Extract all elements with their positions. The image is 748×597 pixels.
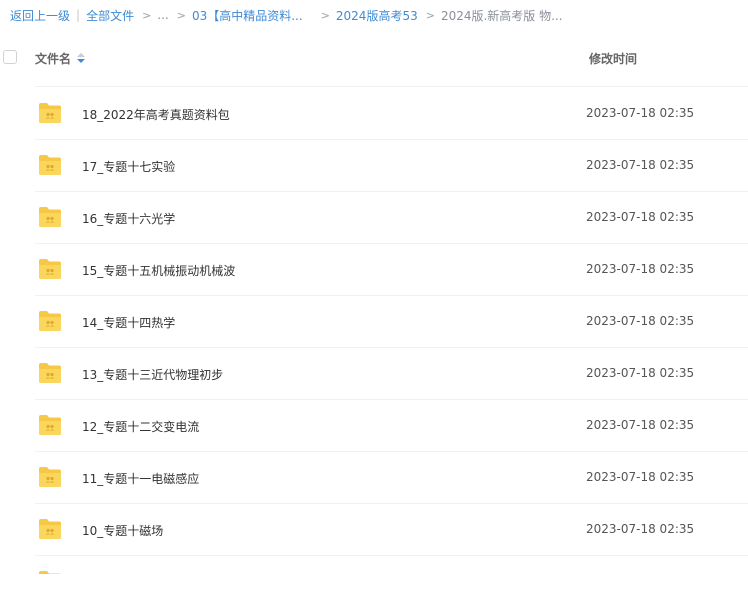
folder-row[interactable]: 10_专题十磁场 2023-07-18 02:35 [35,504,748,556]
modified-time: 2023-07-18 02:35 [586,158,695,172]
modified-time: 2023-07-18 02:35 [586,522,695,536]
folder-name[interactable]: 13_专题十三近代物理初步 [82,366,223,383]
folder-icon [38,570,62,574]
folder-name[interactable]: 15_专题十五机械振动机械波 [82,262,235,279]
folder-icon [38,362,62,384]
folder-name[interactable]: 17_专题十七实验 [82,158,175,175]
header-divider [35,86,748,87]
folder-icon [38,518,62,540]
folder-row[interactable]: 15_专题十五机械振动机械波 2023-07-18 02:35 [35,244,748,296]
modified-time: 2023-07-18 02:35 [586,106,695,120]
modified-time: 2023-07-18 02:35 [586,262,695,276]
breadcrumb-divider: | [76,8,81,22]
folder-row[interactable]: 12_专题十二交变电流 2023-07-18 02:35 [35,400,748,452]
folder-name[interactable]: 14_专题十四热学 [82,314,175,331]
chevron-right-icon: > [176,8,186,22]
chevron-right-icon: > [142,8,152,22]
breadcrumb-ellipsis[interactable]: ... [157,8,168,22]
breadcrumb-current: 2024版.新高考版 物... [440,8,563,23]
breadcrumb-folder-link[interactable]: 03【高中精品资料... [192,7,303,24]
breadcrumb: 返回上一级 | 全部文件 > ... > 03【高中精品资料... > 2024… [0,0,748,30]
chevron-right-icon: > [320,8,330,22]
folder-icon [38,206,62,228]
modified-time: 2023-07-18 02:35 [586,366,695,380]
folder-icon [38,102,62,124]
folder-icon [38,414,62,436]
all-files-link[interactable]: 全部文件 [86,7,134,24]
table-header: 文件名 修改时间 [0,40,748,76]
folder-name[interactable]: 12_专题十二交变电流 [82,418,199,435]
folder-row[interactable]: 13_专题十三近代物理初步 2023-07-18 02:35 [35,348,748,400]
folder-icon [38,310,62,332]
column-header-name[interactable]: 文件名 [35,50,86,67]
chevron-right-icon: > [425,8,435,22]
folder-row[interactable]: 16_专题十六光学 2023-07-18 02:35 [35,192,748,244]
folder-name[interactable]: 10_专题十磁场 [82,522,163,539]
folder-name[interactable]: 11_专题十一电磁感应 [82,470,199,487]
folder-row[interactable]: 9_专题九恒定电流 2023-07-18 02:35 [35,556,748,574]
modified-time: 2023-07-18 02:35 [586,470,695,484]
column-header-time[interactable]: 修改时间 [589,50,637,67]
folder-row[interactable]: 17_专题十七实验 2023-07-18 02:35 [35,140,748,192]
folder-icon [38,154,62,176]
folder-name[interactable]: 16_专题十六光学 [82,210,175,227]
folder-row[interactable]: 14_专题十四热学 2023-07-18 02:35 [35,296,748,348]
folder-row[interactable]: 18_2022年高考真题资料包 2023-07-18 02:35 [35,88,748,140]
folder-icon [38,466,62,488]
folder-icon [38,258,62,280]
modified-time: 2023-07-18 02:35 [586,210,695,224]
file-list: 18_2022年高考真题资料包 2023-07-18 02:35 17_专题十七… [0,88,748,574]
select-all-checkbox[interactable] [3,50,17,64]
modified-time: 2023-07-18 02:35 [586,314,695,328]
back-link[interactable]: 返回上一级 [10,7,70,24]
column-name-label: 文件名 [35,52,72,66]
breadcrumb-folder-link[interactable]: 2024版高考53 [336,7,418,24]
sort-icon[interactable] [77,52,86,65]
folder-row[interactable]: 11_专题十一电磁感应 2023-07-18 02:35 [35,452,748,504]
folder-name[interactable]: 18_2022年高考真题资料包 [82,106,230,123]
modified-time: 2023-07-18 02:35 [586,418,695,432]
